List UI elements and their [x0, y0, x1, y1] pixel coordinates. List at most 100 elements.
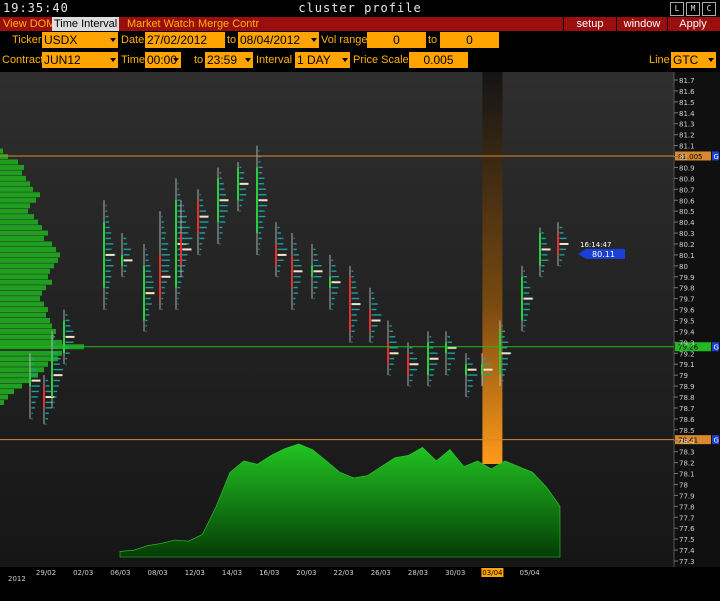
- cluster-profile-tick: [177, 215, 183, 218]
- cluster-profile-tick: [177, 281, 182, 283]
- cluster-profile-tick: [145, 325, 147, 327]
- volume-profile-bar: [0, 175, 26, 181]
- x-tick-label: 03/04: [482, 569, 503, 577]
- cluster-profile-tick: [31, 396, 38, 398]
- y-tick-label: 79.2: [679, 350, 695, 358]
- vol-from-input[interactable]: 0: [367, 32, 426, 48]
- cluster-profile-tick: [483, 379, 486, 382]
- cluster-profile-tick: [293, 292, 298, 294]
- cluster-profile-tick: [389, 363, 394, 365]
- cluster-profile-tick: [541, 275, 543, 278]
- y-tick-label: 79.4: [679, 328, 695, 336]
- cluster-profile-tick: [523, 281, 527, 283]
- candle-body: [311, 265, 313, 277]
- date-from-input[interactable]: 27/02/2012: [145, 32, 225, 48]
- point-of-control: [429, 357, 439, 360]
- point-of-control: [389, 352, 399, 355]
- cluster-profile-tick: [293, 281, 301, 283]
- interval-label: Interval: [256, 54, 293, 66]
- window-button[interactable]: window: [617, 17, 667, 31]
- volume-profile-bar: [0, 241, 52, 247]
- cluster-profile-chart[interactable]: 81.005 G 79.26 G 78.41 G 81.7 81.6 81.5 81.4 81.3…: [0, 0, 720, 601]
- cluster-profile-tick: [105, 226, 110, 229]
- contract-select[interactable]: JUN12: [42, 52, 118, 68]
- cluster-profile-tick: [429, 352, 438, 354]
- cluster-profile-tick: [313, 286, 318, 289]
- cluster-profile-tick: [182, 248, 190, 251]
- point-of-control: [239, 182, 249, 185]
- cluster-profile-tick: [123, 254, 130, 256]
- menu-market-watch[interactable]: Market Watch: [125, 17, 196, 31]
- cluster-profile-tick: [53, 336, 56, 338]
- y-tick-label: 78.9: [679, 383, 695, 391]
- menu-merge-contr[interactable]: Merge Contr: [196, 17, 261, 31]
- cluster-profile-tick: [483, 357, 487, 360]
- menu-time-interval[interactable]: Time Interval: [52, 17, 120, 31]
- cluster-profile-tick: [239, 172, 245, 174]
- cluster-profile-tick: [177, 232, 186, 234]
- cluster-profile-tick: [258, 226, 264, 229]
- cluster-profile-tick: [258, 215, 266, 218]
- level-tag-g[interactable]: [712, 342, 719, 352]
- cluster-profile-tick: [331, 275, 339, 278]
- volume-profile-bar: [0, 148, 3, 154]
- cluster-profile-tick: [219, 204, 228, 207]
- setup-button[interactable]: setup: [564, 17, 616, 31]
- cluster-profile-tick: [239, 193, 247, 196]
- cluster-profile-tick: [177, 199, 181, 201]
- cluster-profile-tick: [447, 368, 451, 371]
- menu-view-dom[interactable]: View DOM: [1, 17, 57, 31]
- level-tag-g[interactable]: [712, 151, 719, 161]
- line-label: Line: [649, 54, 670, 66]
- cluster-profile-tick: [145, 330, 147, 333]
- time-to-input[interactable]: 23:59: [205, 52, 253, 68]
- volume-profile-bar: [0, 164, 24, 170]
- cluster-profile-tick: [161, 303, 163, 305]
- point-of-control: [559, 242, 569, 245]
- vol-to-input[interactable]: 0: [440, 32, 499, 48]
- window-l-button[interactable]: L: [670, 2, 684, 16]
- cluster-profile-tick: [182, 265, 186, 267]
- y-tick-label: 78.7: [679, 405, 695, 413]
- cluster-profile-tick: [45, 412, 49, 415]
- cluster-profile-tick: [199, 248, 202, 251]
- cluster-profile-tick: [409, 374, 413, 376]
- cluster-profile-tick: [371, 341, 373, 343]
- cluster-profile-tick: [389, 336, 396, 338]
- cluster-profile-tick: [501, 368, 506, 371]
- cluster-profile-tick: [105, 270, 111, 272]
- ticker-select[interactable]: USDX: [42, 32, 118, 48]
- candle-body: [329, 276, 331, 288]
- window-c-button[interactable]: C: [702, 2, 716, 16]
- y-tick-label: 80.6: [679, 197, 695, 205]
- cluster-profile-tick: [371, 303, 378, 305]
- y-tick-label: 77.9: [679, 492, 695, 500]
- cluster-profile-tick: [161, 221, 164, 223]
- volume-value: volume 407514: [292, 74, 356, 83]
- apply-button[interactable]: Apply: [668, 17, 718, 31]
- cluster-profile-tick: [161, 286, 165, 289]
- level-tag-g[interactable]: [712, 435, 719, 445]
- cluster-profile-tick: [409, 385, 411, 387]
- x-tick-label: 08/03: [148, 569, 168, 577]
- cluster-profile-tick: [523, 275, 528, 278]
- time-from-input[interactable]: 00:00: [145, 52, 181, 68]
- cluster-profile-tick: [429, 357, 437, 360]
- cluster-profile-tick: [371, 330, 375, 333]
- cluster-profile-tick: [447, 357, 455, 360]
- interval-select[interactable]: 1 DAY: [295, 52, 350, 68]
- volume-profile-bar: [0, 307, 48, 313]
- cluster-profile-tick: [523, 286, 531, 289]
- cluster-profile-tick: [199, 254, 201, 256]
- window-m-button[interactable]: M: [686, 2, 700, 16]
- candle-body: [557, 233, 559, 255]
- cluster-profile-tick: [177, 259, 184, 261]
- cluster-profile-tick: [501, 330, 506, 333]
- low-value: low 78.42: [245, 74, 285, 83]
- price-scale-input[interactable]: 0.005: [409, 52, 468, 68]
- date-to-input[interactable]: 08/04/2012: [238, 32, 319, 48]
- point-of-control: [105, 253, 115, 256]
- cluster-profile-tick: [145, 297, 151, 300]
- line-select[interactable]: GTC: [671, 52, 716, 68]
- date-to-label: to: [227, 34, 237, 46]
